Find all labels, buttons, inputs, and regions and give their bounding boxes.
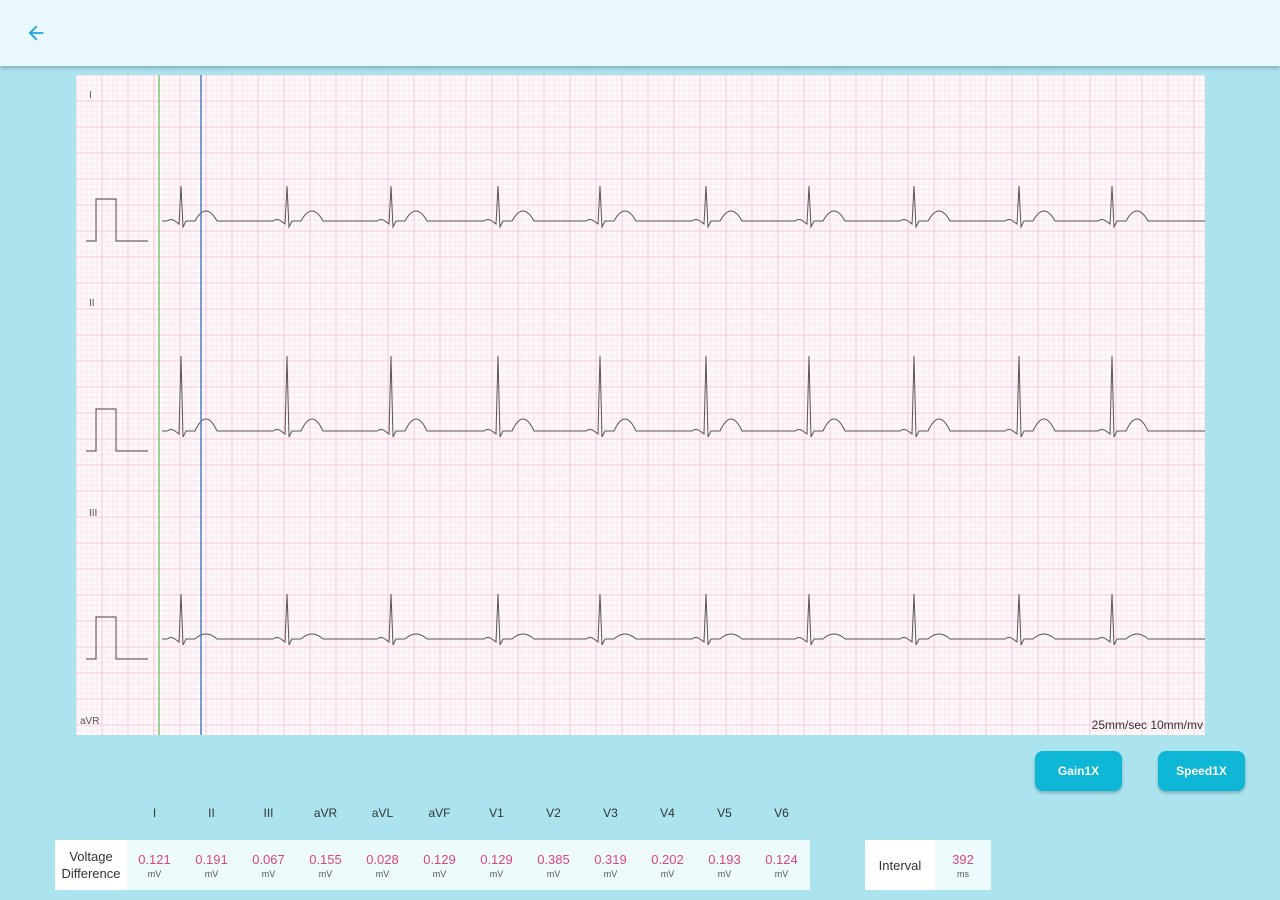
voltage-value: 0.129 [480, 851, 513, 867]
lead-header-avf: aVF [428, 806, 451, 820]
voltage-value: 0.067 [252, 851, 285, 867]
voltage-difference-table: Voltage Difference 0.121 mV 0.191 mV 0.067 mV… [55, 840, 810, 890]
voltage-cell-v6: 0.124 mV [753, 840, 810, 890]
voltage-cell-iii: 0.067 mV [240, 840, 297, 890]
lead-header-iii: III [263, 806, 274, 820]
interval-label: Interval [865, 840, 935, 890]
arrow-left-icon [28, 25, 44, 41]
voltage-unit: mV [546, 868, 561, 879]
voltage-cell-v5: 0.193 mV [696, 840, 753, 890]
gain-button[interactable]: Gain1X [1035, 751, 1122, 791]
voltage-value: 0.155 [309, 851, 342, 867]
voltage-value: 0.129 [423, 851, 456, 867]
voltage-unit: mV [717, 868, 732, 879]
voltage-value: 0.193 [708, 851, 741, 867]
voltage-unit: mV [660, 868, 675, 879]
voltage-cell-avl: 0.028 mV [354, 840, 411, 890]
lead-header-ii: II [208, 806, 215, 820]
ecg-major-grid [76, 75, 1205, 735]
interval-unit: ms [957, 868, 969, 879]
lead-label-i: I [89, 90, 92, 101]
ecg-minor-grid [76, 75, 1205, 735]
lead-header-avl: aVL [371, 806, 394, 820]
voltage-unit: mV [375, 868, 390, 879]
lead-header-v5: V5 [717, 806, 732, 820]
voltage-value: 0.319 [594, 851, 627, 867]
voltage-difference-label: Voltage Difference [55, 840, 127, 890]
calibration-pulse [86, 408, 148, 452]
voltage-cell-i: 0.121 mV [126, 840, 183, 890]
voltage-cell-v4: 0.202 mV [639, 840, 696, 890]
voltage-cell-v1: 0.129 mV [468, 840, 525, 890]
lead-label-avr: aVR [80, 716, 100, 727]
voltage-unit: mV [603, 868, 618, 879]
voltage-cell-avf: 0.129 mV [411, 840, 468, 890]
interval-value-cell: 392 ms [935, 840, 991, 890]
lead-header-avr: aVR [313, 806, 338, 820]
interval-box: Interval 392 ms [865, 840, 991, 890]
voltage-cell-ii: 0.191 mV [183, 840, 240, 890]
voltage-value: 0.124 [765, 851, 798, 867]
voltage-value: 0.028 [366, 851, 399, 867]
voltage-value: 0.385 [537, 851, 570, 867]
lead-header-row: I II III aVR aVL aVF V1 V2 V3 V4 V5 V6 [0, 806, 820, 826]
voltage-cell-avr: 0.155 mV [297, 840, 354, 890]
voltage-cell-v3: 0.319 mV [582, 840, 639, 890]
speed-button[interactable]: Speed1X [1158, 751, 1245, 791]
lead-label-ii: II [89, 298, 95, 309]
ecg-grid-and-traces [76, 75, 1205, 735]
back-button[interactable] [22, 19, 50, 47]
interval-value: 392 [952, 851, 974, 867]
lead-label-iii: III [89, 508, 98, 519]
lead-header-i: I [152, 806, 157, 820]
voltage-value: 0.121 [138, 851, 171, 867]
voltage-value: 0.202 [651, 851, 684, 867]
voltage-cell-v2: 0.385 mV [525, 840, 582, 890]
lead-header-v4: V4 [660, 806, 675, 820]
voltage-unit: mV [147, 868, 162, 879]
lead-header-v6: V6 [774, 806, 789, 820]
voltage-unit: mV [204, 868, 219, 879]
voltage-value: 0.191 [195, 851, 228, 867]
voltage-unit: mV [261, 868, 276, 879]
scale-label: 25mm/sec 10mm/mv [1091, 718, 1203, 732]
voltage-unit: mV [489, 868, 504, 879]
voltage-unit: mV [432, 868, 447, 879]
lead-header-v2: V2 [546, 806, 561, 820]
lead-header-v3: V3 [603, 806, 618, 820]
voltage-unit: mV [774, 868, 789, 879]
lead-header-v1: V1 [489, 806, 504, 820]
calibration-pulse [86, 616, 148, 660]
ecg-chart[interactable]: I II III aVR 25mm/sec 10mm/mv [76, 75, 1205, 735]
voltage-unit: mV [318, 868, 333, 879]
top-app-bar [0, 0, 1280, 66]
